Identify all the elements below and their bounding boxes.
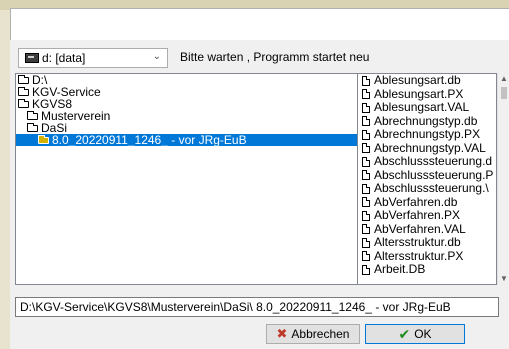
file-item[interactable]: AbVerfahren.db xyxy=(358,196,496,210)
drive-select[interactable]: d: [data] ⌄ xyxy=(18,48,168,68)
file-item[interactable]: Abschlusssteuerung.\ xyxy=(358,182,496,196)
file-label: Ablesungsart.VAL xyxy=(374,101,470,115)
open-folder-icon xyxy=(27,122,38,132)
scroll-down-arrow-icon[interactable]: ▼ xyxy=(498,273,509,285)
drive-select-value: d: [data] xyxy=(42,51,86,65)
file-item[interactable]: AbVerfahren.VAL xyxy=(358,223,496,237)
file-item[interactable]: Abrechnungstyp.db xyxy=(358,115,496,129)
file-item[interactable]: Abschlusssteuerung.P xyxy=(358,169,496,183)
open-folder-icon xyxy=(38,134,49,144)
file-icon xyxy=(362,116,370,127)
file-label: AbVerfahren.PX xyxy=(374,209,461,223)
file-label: Altersstruktur.db xyxy=(374,236,461,250)
app-frame: d: [data] ⌄ Bitte warten , Programm star… xyxy=(0,0,509,349)
dialog-title-area xyxy=(10,8,509,41)
file-icon xyxy=(362,89,370,100)
file-icon xyxy=(362,210,370,221)
ok-button-label: OK xyxy=(414,327,432,341)
open-folder-icon xyxy=(18,86,29,96)
directory-item[interactable]: Musterverein xyxy=(16,110,358,122)
status-message: Bitte warten , Programm startet neu xyxy=(180,50,370,64)
file-item[interactable]: AbVerfahren.PX xyxy=(358,209,496,223)
file-icon xyxy=(362,129,370,140)
scroll-up-arrow-icon[interactable]: ▲ xyxy=(498,73,509,85)
file-list-scrollbar[interactable]: ▲ ▼ xyxy=(497,73,509,285)
file-label: Arbeit.DB xyxy=(374,263,426,277)
file-icon xyxy=(362,156,370,167)
file-label: AbVerfahren.db xyxy=(374,195,458,209)
ok-button[interactable]: ✔ OK xyxy=(365,324,465,344)
file-icon xyxy=(362,237,370,248)
file-item[interactable]: Ablesungsart.PX xyxy=(358,88,496,102)
open-folder-icon xyxy=(18,74,29,84)
open-folder-icon xyxy=(27,110,38,120)
file-item[interactable]: Abrechnungstyp.VAL xyxy=(358,142,496,156)
file-label: Ablesungsart.PX xyxy=(374,87,464,101)
file-label: Abschlusssteuerung.d xyxy=(374,155,493,169)
file-label: Abrechnungstyp.PX xyxy=(374,128,481,142)
file-icon xyxy=(362,183,370,194)
path-field[interactable]: D:\KGV-Service\KGVS8\Musterverein\DaSi\ … xyxy=(15,297,499,317)
cancel-button[interactable]: ✖ Abbrechen xyxy=(266,324,360,344)
file-icon xyxy=(362,170,370,181)
file-label: Abschlusssteuerung.\ xyxy=(374,182,489,196)
file-item[interactable]: Abrechnungstyp.PX xyxy=(358,128,496,142)
file-label: AbVerfahren.VAL xyxy=(374,222,466,236)
drive-icon xyxy=(25,53,39,63)
directory-list[interactable]: D:\ KGV-Service KGVS8 Musterverein DaSi … xyxy=(15,73,359,285)
file-icon xyxy=(362,224,370,235)
file-item[interactable]: Ablesungsart.db xyxy=(358,74,496,88)
cancel-button-label: Abbrechen xyxy=(291,327,350,341)
file-list[interactable]: Ablesungsart.db Ablesungsart.PX Ablesung… xyxy=(357,73,497,285)
file-label: Abrechnungstyp.VAL xyxy=(374,141,486,155)
file-label: Altersstruktur.PX xyxy=(374,249,464,263)
close-icon: ✖ xyxy=(276,326,288,341)
open-folder-icon xyxy=(18,98,29,108)
file-label: Abschlusssteuerung.P xyxy=(374,168,494,182)
file-icon xyxy=(362,75,370,86)
checkmark-icon: ✔ xyxy=(398,325,411,342)
file-item[interactable]: Arbeit.DB xyxy=(358,263,496,277)
file-icon xyxy=(362,251,370,262)
file-label: Ablesungsart.db xyxy=(374,74,461,88)
file-label: Abrechnungstyp.db xyxy=(374,114,478,128)
file-item[interactable]: Ablesungsart.VAL xyxy=(358,101,496,115)
directory-item-selected[interactable]: 8.0_20220911_1246_ - vor JRg-EuB xyxy=(16,134,358,146)
file-item[interactable]: Altersstruktur.db xyxy=(358,236,496,250)
file-icon xyxy=(362,143,370,154)
directory-label: 8.0_20220911_1246_ - vor JRg-EuB xyxy=(52,133,247,147)
file-icon xyxy=(362,264,370,275)
file-item[interactable]: Altersstruktur.PX xyxy=(358,250,496,264)
folder-dialog: d: [data] ⌄ Bitte warten , Programm star… xyxy=(10,40,509,349)
background-edge xyxy=(0,10,10,349)
chevron-down-icon[interactable]: ⌄ xyxy=(153,51,161,62)
file-icon xyxy=(362,102,370,113)
file-item[interactable]: Abschlusssteuerung.d xyxy=(358,155,496,169)
file-icon xyxy=(362,197,370,208)
scroll-thumb[interactable] xyxy=(501,87,507,99)
